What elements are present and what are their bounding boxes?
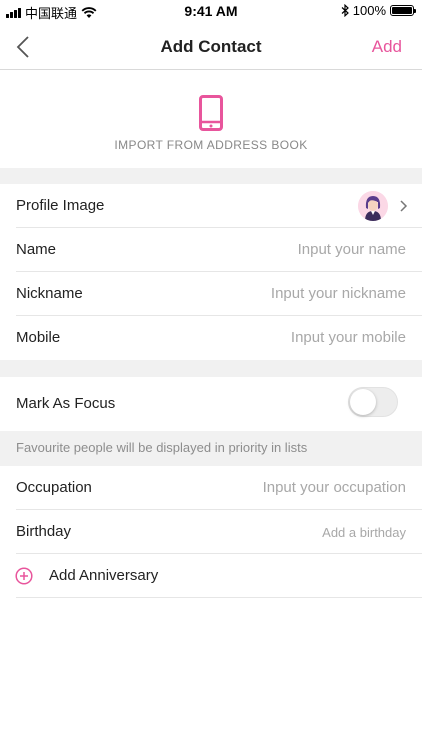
mobile-row: Mobile Input your mobile [0,316,422,360]
focus-hint: Favourite people will be displayed in pr… [0,431,422,466]
profile-image-row[interactable]: Profile Image [0,184,422,228]
occupation-label: Occupation [16,479,92,496]
focus-row: Mark As Focus [0,377,422,431]
battery-icon [390,5,416,16]
status-bar: 中国联通 9:41 AM 100% [0,0,422,22]
toggle-knob [350,389,376,415]
birthday-row[interactable]: Birthday Add a birthday [0,510,422,554]
birthday-input[interactable]: Add a birthday [322,525,406,540]
avatar-illustration [358,191,388,221]
plus-circle-icon [15,567,33,585]
profile-image-label: Profile Image [16,197,105,214]
import-address-book[interactable]: IMPORT FROM ADDRESS BOOK [0,71,422,168]
chevron-right-icon [400,200,408,212]
bluetooth-icon [341,4,349,17]
nickname-input[interactable]: Input your nickname [271,285,406,302]
nickname-label: Nickname [16,285,83,302]
section-spacer [0,168,422,184]
mobile-input[interactable]: Input your mobile [291,329,406,346]
nickname-row: Nickname Input your nickname [0,272,422,316]
birthday-label: Birthday [16,523,72,540]
focus-hint-text: Favourite people will be displayed in pr… [16,440,308,455]
name-input[interactable]: Input your name [298,241,406,258]
name-row: Name Input your name [0,228,422,272]
page-title: Add Contact [160,37,262,56]
focus-toggle[interactable] [348,387,398,417]
name-label: Name [16,241,57,258]
occupation-row: Occupation Input your occupation [0,466,422,510]
status-right: 100% [341,3,416,18]
add-button[interactable]: Add [372,37,402,57]
avatar[interactable] [358,191,388,221]
import-label: IMPORT FROM ADDRESS BOOK [114,138,308,152]
occupation-input[interactable]: Input your occupation [263,479,406,496]
divider [16,597,422,598]
add-anniversary-row[interactable]: Add Anniversary [0,554,422,598]
section-spacer [0,360,422,377]
focus-label: Mark As Focus [16,395,116,412]
nav-bar: Add Contact Add [0,24,422,70]
add-anniversary-label: Add Anniversary [49,567,159,584]
phone-icon [199,95,223,131]
battery-percent: 100% [352,3,386,18]
mobile-label: Mobile [16,329,61,346]
